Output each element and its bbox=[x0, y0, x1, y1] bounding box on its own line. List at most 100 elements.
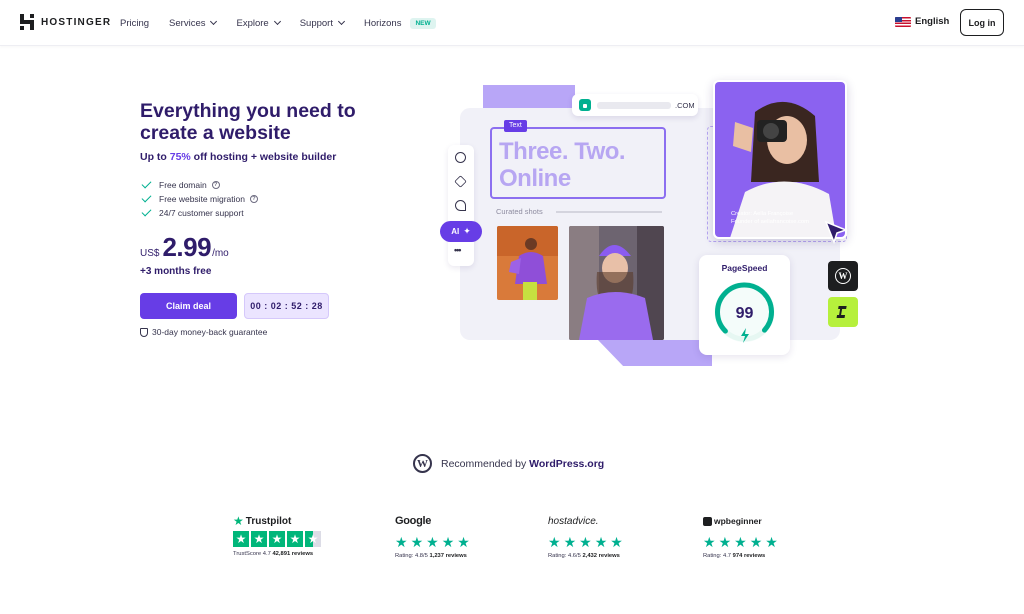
check-icon bbox=[141, 206, 152, 217]
rating-hostadvice[interactable]: hostadvice. ★ ★ ★ ★ ★ Rating: 4.6/5 2,432 re… bbox=[548, 513, 623, 560]
claim-deal-button[interactable]: Claim deal bbox=[140, 293, 237, 319]
discount-percent: 75% bbox=[169, 151, 191, 163]
more-icon: ••• bbox=[454, 245, 462, 255]
rating-meta: Rating: 4.7 974 reviews bbox=[703, 553, 778, 559]
star-icon: ★ bbox=[703, 534, 716, 550]
us-flag-icon bbox=[895, 16, 911, 27]
star-icon: ★ bbox=[251, 531, 267, 547]
feature-list: Free domain? Free website migration? 24/… bbox=[141, 178, 258, 220]
layers-icon bbox=[454, 175, 467, 188]
domain-bar: .COM bbox=[572, 94, 698, 116]
check-icon bbox=[141, 178, 152, 189]
nav-horizons[interactable]: Horizons NEW bbox=[363, 17, 436, 29]
star-icon: ★ bbox=[718, 534, 732, 550]
pagespeed-card: PageSpeed 99 bbox=[699, 255, 790, 355]
nav-support-label: Support bbox=[299, 17, 333, 29]
decor-block bbox=[598, 340, 712, 366]
guarantee-label: 30-day money-back guarantee bbox=[152, 327, 268, 337]
star-icon: ★ bbox=[563, 534, 577, 550]
star-icon: ★ bbox=[579, 534, 592, 550]
ai-label: AI bbox=[451, 227, 460, 236]
star-icon: ★ bbox=[426, 534, 439, 550]
star-icon: ★ bbox=[765, 534, 778, 550]
hostadvice-stars: ★ ★ ★ ★ ★ bbox=[548, 535, 623, 549]
brand-name: HOSTINGER bbox=[41, 16, 112, 28]
wpbeginner-logo: wpbeginner bbox=[703, 513, 778, 529]
language-selector[interactable]: English bbox=[895, 16, 949, 27]
sparkle-icon: ✦ bbox=[463, 226, 471, 236]
feature-label: 24/7 customer support bbox=[159, 208, 244, 218]
star-icon: ★ bbox=[233, 531, 249, 547]
star-icon: ★ bbox=[457, 534, 470, 550]
creator-name: Creator: Aella Françoise bbox=[731, 211, 794, 217]
price: US$ 2.99 /mo bbox=[140, 232, 229, 263]
editor-toolbar: ••• bbox=[448, 145, 474, 266]
rating-wpbeginner[interactable]: wpbeginner ★ ★ ★ ★ ★ Rating: 4.7 974 reviews bbox=[703, 513, 778, 559]
hero-title: Everything you need to create a website bbox=[140, 100, 356, 144]
trustpilot-logo: ★ Trustpilot bbox=[233, 513, 321, 529]
pen-icon bbox=[455, 200, 466, 211]
decor-block bbox=[483, 85, 575, 109]
rating-meta: Rating: 4.6/5 2,432 reviews bbox=[548, 553, 623, 559]
help-icon[interactable]: ? bbox=[211, 181, 220, 189]
star-icon: ★ bbox=[610, 534, 623, 550]
star-icon: ★ bbox=[594, 534, 608, 550]
trustpilot-stars: ★ ★ ★ ★ ★ bbox=[233, 531, 321, 547]
nav-pricing[interactable]: Pricing bbox=[120, 18, 149, 29]
chevron-down-icon bbox=[337, 17, 346, 26]
lock-icon bbox=[579, 99, 591, 111]
nav-explore-label: Explore bbox=[236, 17, 269, 29]
star-icon: ★ bbox=[269, 531, 285, 547]
rating-trustpilot[interactable]: ★ Trustpilot ★ ★ ★ ★ ★ TrustScore 4.7 42,… bbox=[233, 513, 321, 557]
hostinger-logo[interactable]: HOSTINGER bbox=[20, 14, 111, 30]
star-icon: ★ bbox=[410, 534, 424, 550]
recommend-prefix: Recommended by bbox=[441, 457, 530, 470]
builder-tile bbox=[828, 297, 858, 327]
feature-label: Free domain bbox=[159, 180, 207, 190]
nav-support[interactable]: Support bbox=[299, 17, 346, 29]
star-icon: ★ bbox=[287, 531, 303, 547]
google-logo: Google bbox=[395, 515, 432, 527]
help-icon[interactable]: ? bbox=[249, 195, 258, 203]
text-tag: Text bbox=[504, 120, 527, 132]
rating-google[interactable]: Google ★ ★ ★ ★ ★ Rating: 4.8/5 1,237 reviews bbox=[395, 513, 470, 559]
nav-services[interactable]: Services bbox=[169, 17, 218, 29]
rating-meta: TrustScore 4.7 42,891 reviews bbox=[233, 551, 321, 557]
nav-services-label: Services bbox=[169, 17, 206, 29]
wordpress-icon: W bbox=[835, 268, 851, 284]
headline-text: Three. Two. Online bbox=[499, 138, 626, 192]
star-half-icon: ★ bbox=[305, 531, 321, 547]
chevron-down-icon bbox=[273, 17, 281, 26]
rating-reviews: 2,432 reviews bbox=[582, 553, 620, 559]
guarantee: 30-day money-back guarantee bbox=[140, 327, 267, 337]
nav-horizons-label: Horizons bbox=[363, 17, 402, 29]
nav-explore[interactable]: Explore bbox=[236, 17, 281, 29]
star-icon: ★ bbox=[734, 534, 747, 550]
star-icon: ★ bbox=[548, 534, 561, 550]
chevron-down-icon bbox=[210, 17, 218, 26]
divider bbox=[556, 211, 662, 213]
rating-score: TrustScore 4.7 bbox=[233, 551, 271, 557]
top-nav: HOSTINGER Pricing Services Explore Suppo… bbox=[0, 0, 1024, 46]
rating-meta: Rating: 4.8/5 1,237 reviews bbox=[395, 553, 470, 559]
rating-reviews: 42,891 reviews bbox=[272, 551, 314, 557]
photo-man-purple bbox=[497, 226, 558, 300]
feature-item: Free domain? bbox=[141, 178, 258, 192]
wpbeginner-icon bbox=[703, 516, 712, 526]
wordpress-tile: W bbox=[828, 261, 858, 291]
feature-label: Free website migration bbox=[159, 194, 245, 204]
language-label: English bbox=[915, 16, 950, 27]
star-icon: ★ bbox=[441, 534, 455, 550]
rating-score: Rating: 4.8/5 bbox=[395, 553, 428, 559]
curated-label: Curated shots bbox=[496, 207, 543, 216]
wordpress-recommendation: W Recommended by WordPress.org bbox=[413, 454, 604, 473]
pagespeed-score: 99 bbox=[735, 305, 754, 322]
star-icon: ★ bbox=[749, 534, 763, 550]
recommend-brand: WordPress.org bbox=[529, 457, 605, 470]
new-badge: NEW bbox=[410, 17, 436, 29]
photo-woman-beanie bbox=[569, 226, 664, 340]
login-button[interactable]: Log in bbox=[960, 9, 1004, 36]
bonus-text: +3 months free bbox=[140, 266, 212, 277]
countdown-timer: 00 : 02 : 52 : 28 bbox=[244, 293, 329, 319]
hostadvice-logo: hostadvice. bbox=[548, 515, 599, 527]
